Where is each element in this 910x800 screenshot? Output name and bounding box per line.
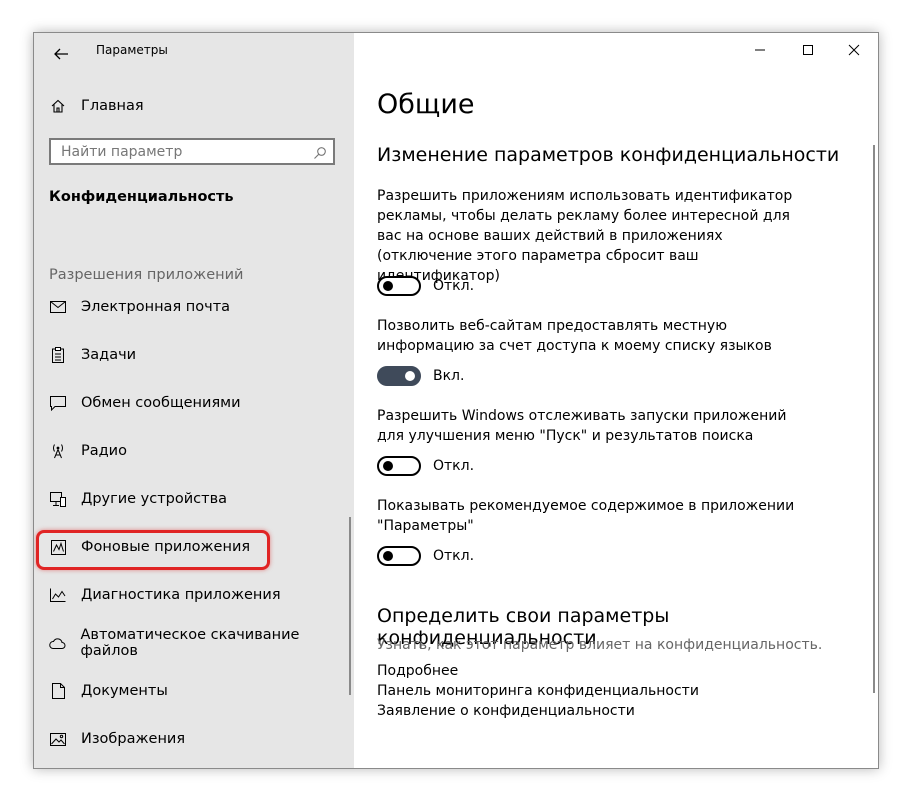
privacy-dashboard-link[interactable]: Панель мониторинга конфиденциальности: [377, 683, 699, 699]
suggested-content-toggle[interactable]: [377, 546, 421, 566]
toggle-state-label: Откл.: [433, 278, 475, 294]
toggle-state-label: Откл.: [433, 548, 475, 564]
search-icon[interactable]: [313, 145, 327, 164]
sidebar-scrollbar[interactable]: [349, 517, 351, 695]
setting-row-suggested-content: Откл.: [377, 546, 474, 566]
home-icon: [49, 97, 67, 115]
close-icon: [848, 44, 860, 56]
setting-row-advertising-id: Откл.: [377, 276, 474, 296]
sidebar-item-label: Радио: [81, 443, 127, 459]
back-button[interactable]: [46, 39, 76, 69]
sidebar-item-other-devices[interactable]: Другие устройства: [49, 484, 227, 514]
image-icon: [49, 730, 67, 748]
setting-description: Разрешить Windows отслеживать запуски пр…: [377, 408, 787, 444]
back-arrow-icon: [54, 48, 68, 60]
content-pane: Общие Изменение параметров конфиденциаль…: [354, 33, 878, 768]
maximize-button[interactable]: [785, 33, 831, 67]
radio-icon: [49, 442, 67, 460]
sidebar-item-email[interactable]: Электронная почта: [49, 292, 230, 322]
nav-home[interactable]: Главная: [49, 91, 144, 121]
sidebar-item-label: Электронная почта: [81, 299, 231, 315]
sidebar-item-label: Диагностика приложения: [81, 587, 281, 603]
sidebar-group-label: Разрешения приложений: [49, 267, 244, 283]
document-icon: [49, 682, 67, 700]
sidebar-item-radio[interactable]: Радио: [49, 436, 127, 466]
search-placeholder: Найти параметр: [61, 144, 183, 160]
privacy-options-heading: Изменение параметров конфиденциальности: [377, 144, 840, 166]
settings-window: Параметры Главная Найти параметр Конфиде…: [33, 32, 879, 769]
tasks-icon: [49, 346, 67, 364]
minimize-icon: [755, 49, 765, 51]
maximize-icon: [803, 45, 813, 55]
devices-icon: [49, 490, 67, 508]
chat-icon: [49, 394, 67, 412]
sidebar-item-app-diagnostics[interactable]: Диагностика приложения: [49, 580, 281, 610]
sidebar-item-messaging[interactable]: Обмен сообщениями: [49, 388, 241, 418]
sidebar-item-label: Автоматическое скачивание файлов: [80, 627, 300, 659]
app-launch-tracking-toggle[interactable]: [377, 456, 421, 476]
setting-row-language-list: Вкл.: [377, 366, 464, 386]
setting-row-app-launch-tracking: Откл.: [377, 456, 474, 476]
sidebar-item-label: Другие устройства: [81, 491, 228, 507]
content-scrollbar[interactable]: [873, 145, 875, 693]
language-list-toggle[interactable]: [377, 366, 421, 386]
sidebar-item-label: Обмен сообщениями: [81, 395, 241, 411]
toggle-state-label: Откл.: [433, 458, 475, 474]
sidebar-item-images[interactable]: Изображения: [49, 724, 185, 754]
diagnostics-icon: [49, 586, 67, 604]
sidebar-item-label: Документы: [81, 683, 168, 699]
sidebar: Параметры Главная Найти параметр Конфиде…: [34, 33, 354, 768]
mail-icon: [49, 298, 67, 316]
privacy-hint: Узнать, как этот параметр влияет на конф…: [377, 637, 823, 653]
advertising-id-toggle[interactable]: [377, 276, 421, 296]
highlight-annotation: [36, 530, 270, 570]
setting-description: Показывать рекомендуемое содержимое в пр…: [377, 498, 795, 534]
toggle-state-label: Вкл.: [433, 368, 465, 384]
privacy-statement-link[interactable]: Заявление о конфиденциальности: [377, 703, 635, 719]
sidebar-item-label: Изображения: [81, 731, 186, 747]
app-title: Параметры: [96, 43, 168, 57]
minimize-button[interactable]: [737, 33, 783, 67]
learn-more-link[interactable]: Подробнее: [377, 663, 458, 679]
setting-description: Позволить веб-сайтам предоставлять местн…: [377, 318, 772, 354]
nav-home-label: Главная: [81, 98, 144, 114]
sidebar-item-tasks[interactable]: Задачи: [49, 340, 136, 370]
close-button[interactable]: [831, 33, 877, 67]
sidebar-item-auto-download[interactable]: Автоматическое скачивание файлов: [49, 627, 354, 659]
sidebar-section-title: Конфиденциальность: [49, 189, 234, 205]
sidebar-item-documents[interactable]: Документы: [49, 676, 168, 706]
sidebar-item-label: Задачи: [81, 347, 137, 363]
page-title: Общие: [377, 89, 475, 120]
setting-description: Разрешить приложениям использовать идент…: [377, 188, 793, 284]
search-input[interactable]: Найти параметр: [49, 138, 335, 165]
cloud-icon: [49, 634, 67, 652]
